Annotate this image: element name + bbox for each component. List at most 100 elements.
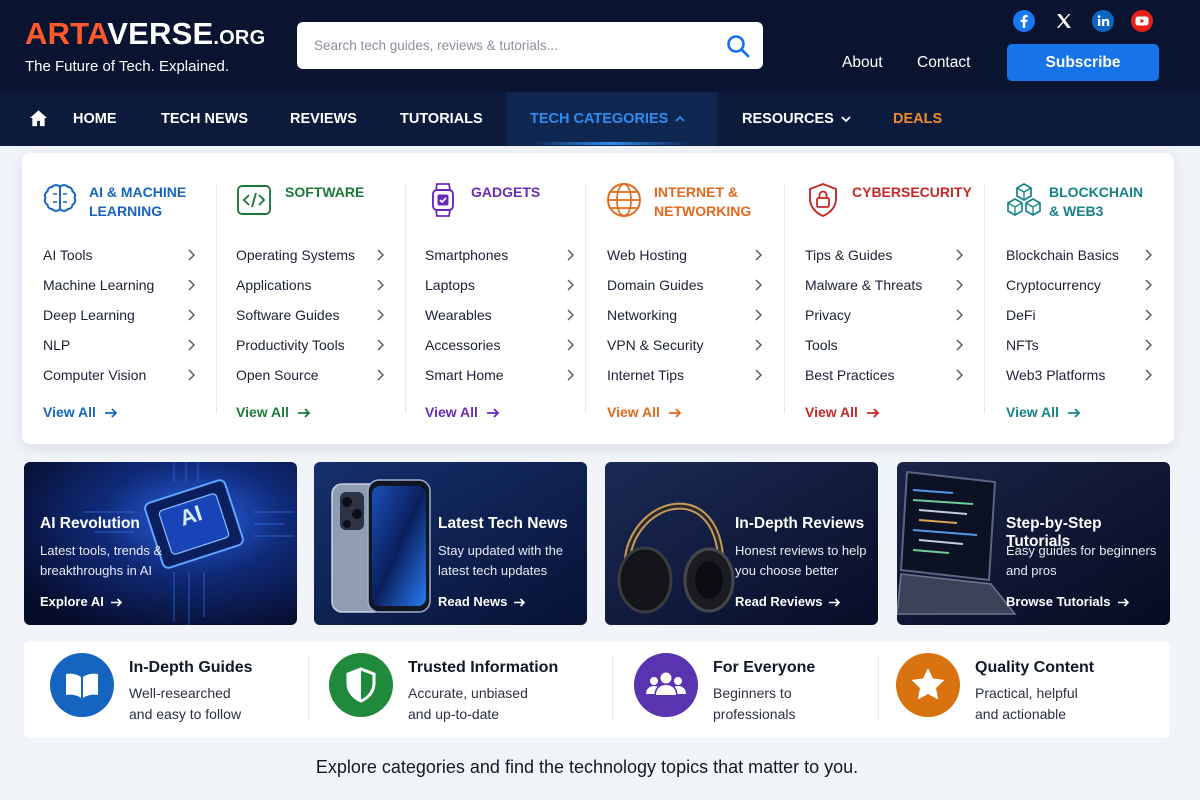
- view-all-ai-link[interactable]: View All: [43, 404, 118, 420]
- menu-item-best-practices[interactable]: Best Practices: [805, 367, 894, 383]
- feature-card-ai[interactable]: AI AI Revolution Latest tools, trends & …: [24, 462, 297, 625]
- category-blockchain-web3: BLOCKCHAIN & WEB3 Blockchain Basics Cryp…: [984, 153, 1174, 444]
- chevron-right-icon: [567, 339, 574, 351]
- menu-item-web-hosting[interactable]: Web Hosting: [607, 247, 687, 263]
- nav-tutorials[interactable]: TUTORIALS: [400, 92, 483, 146]
- chevron-right-icon: [377, 339, 384, 351]
- category-title[interactable]: BLOCKCHAIN & WEB3: [1049, 183, 1143, 221]
- nav-active-underline: [531, 142, 691, 145]
- about-link[interactable]: About: [842, 54, 883, 72]
- menu-item-web3-platforms[interactable]: Web3 Platforms: [1006, 367, 1105, 383]
- explore-ai-link[interactable]: Explore AI: [40, 594, 123, 609]
- menu-item-applications[interactable]: Applications: [236, 277, 312, 293]
- feature-card-reviews[interactable]: In-Depth Reviews Honest reviews to help …: [605, 462, 878, 625]
- open-book-icon: [66, 673, 98, 698]
- contact-link[interactable]: Contact: [917, 54, 970, 72]
- arrow-right-icon: [110, 598, 122, 607]
- menu-item-software-guides[interactable]: Software Guides: [236, 307, 340, 323]
- feature-card-tutorials[interactable]: Step-by-Step Tutorials Easy guides for b…: [897, 462, 1170, 625]
- menu-item-laptops[interactable]: Laptops: [425, 277, 475, 293]
- nav-deals[interactable]: DEALS: [893, 92, 942, 146]
- menu-item-blockchain-basics[interactable]: Blockchain Basics: [1006, 247, 1119, 263]
- nav-tech-news[interactable]: TECH NEWS: [161, 92, 248, 146]
- card-link-label: Read Reviews: [735, 594, 823, 609]
- code-window-icon: [237, 185, 271, 215]
- category-title[interactable]: CYBERSECURITY: [852, 183, 972, 202]
- search-bar: [297, 22, 763, 69]
- value-desc-line2: and actionable: [975, 706, 1067, 722]
- browse-tutorials-link[interactable]: Browse Tutorials: [1006, 594, 1130, 609]
- category-software: SOFTWARE Operating Systems Applications …: [216, 153, 405, 444]
- menu-item-deep-learning[interactable]: Deep Learning: [43, 307, 135, 323]
- category-title[interactable]: SOFTWARE: [285, 183, 364, 202]
- chevron-right-icon: [956, 279, 963, 291]
- category-title[interactable]: AI & MACHINE LEARNING: [89, 183, 186, 221]
- subscribe-button[interactable]: Subscribe: [1007, 44, 1159, 81]
- home-icon[interactable]: [29, 109, 48, 128]
- menu-item-ai-tools[interactable]: AI Tools: [43, 247, 93, 263]
- menu-item-tools[interactable]: Tools: [805, 337, 838, 353]
- chevron-right-icon: [755, 339, 762, 351]
- feature-card-news[interactable]: Latest Tech News Stay updated with the l…: [314, 462, 587, 625]
- read-reviews-link[interactable]: Read Reviews: [735, 594, 841, 609]
- chevron-right-icon: [188, 309, 195, 321]
- menu-item-cryptocurrency[interactable]: Cryptocurrency: [1006, 277, 1101, 293]
- menu-item-domain-guides[interactable]: Domain Guides: [607, 277, 704, 293]
- menu-item-accessories[interactable]: Accessories: [425, 337, 500, 353]
- linkedin-icon[interactable]: [1091, 9, 1115, 33]
- category-title-line2: LEARNING: [89, 203, 163, 219]
- value-divider: [612, 655, 613, 721]
- site-tagline: The Future of Tech. Explained.: [25, 58, 230, 75]
- menu-item-internet-tips[interactable]: Internet Tips: [607, 367, 684, 383]
- view-all-cybersecurity-link[interactable]: View All: [805, 404, 880, 420]
- logo-part-verse: VERSE: [107, 16, 214, 51]
- value-desc-line2: professionals: [713, 706, 796, 722]
- view-all-gadgets-link[interactable]: View All: [425, 404, 500, 420]
- menu-item-smartphones[interactable]: Smartphones: [425, 247, 508, 263]
- category-title[interactable]: GADGETS: [471, 183, 540, 202]
- chevron-right-icon: [1145, 279, 1152, 291]
- category-cybersecurity: CYBERSECURITY Tips & Guides Malware & Th…: [784, 153, 984, 444]
- facebook-icon[interactable]: [1012, 9, 1036, 33]
- nav-home[interactable]: HOME: [73, 92, 117, 146]
- youtube-icon[interactable]: [1130, 9, 1154, 33]
- x-icon[interactable]: [1052, 9, 1076, 33]
- chevron-right-icon: [567, 309, 574, 321]
- view-all-internet-link[interactable]: View All: [607, 404, 682, 420]
- smartwatch-icon: [432, 183, 454, 217]
- chevron-right-icon: [567, 249, 574, 261]
- menu-item-operating-systems[interactable]: Operating Systems: [236, 247, 355, 263]
- menu-item-computer-vision[interactable]: Computer Vision: [43, 367, 146, 383]
- chevron-right-icon: [377, 279, 384, 291]
- menu-item-machine-learning[interactable]: Machine Learning: [43, 277, 154, 293]
- view-all-software-link[interactable]: View All: [236, 404, 311, 420]
- value-description: Beginners to professionals: [713, 683, 863, 725]
- menu-item-privacy[interactable]: Privacy: [805, 307, 851, 323]
- nav-tech-categories[interactable]: TECH CATEGORIES: [530, 92, 685, 146]
- menu-item-smart-home[interactable]: Smart Home: [425, 367, 504, 383]
- menu-item-nfts[interactable]: NFTs: [1006, 337, 1039, 353]
- read-news-link[interactable]: Read News: [438, 594, 526, 609]
- menu-item-tips-guides[interactable]: Tips & Guides: [805, 247, 892, 263]
- menu-item-nlp[interactable]: NLP: [43, 337, 70, 353]
- menu-item-defi[interactable]: DeFi: [1006, 307, 1036, 323]
- nav-reviews[interactable]: REVIEWS: [290, 92, 357, 146]
- site-logo[interactable]: ARTAVERSE.ORG: [25, 18, 265, 49]
- value-desc-line1: Practical, helpful: [975, 685, 1078, 701]
- card-description: Stay updated with the latest tech update…: [438, 541, 563, 581]
- chevron-right-icon: [567, 369, 574, 381]
- chevron-right-icon: [188, 279, 195, 291]
- menu-item-vpn-security[interactable]: VPN & Security: [607, 337, 703, 353]
- nav-resources[interactable]: RESOURCES: [742, 92, 851, 146]
- category-title[interactable]: INTERNET & NETWORKING: [654, 183, 751, 221]
- view-all-blockchain-link[interactable]: View All: [1006, 404, 1081, 420]
- menu-item-open-source[interactable]: Open Source: [236, 367, 319, 383]
- menu-item-wearables[interactable]: Wearables: [425, 307, 492, 323]
- menu-item-productivity-tools[interactable]: Productivity Tools: [236, 337, 345, 353]
- value-icon-circle: [896, 653, 960, 717]
- menu-item-malware-threats[interactable]: Malware & Threats: [805, 277, 922, 293]
- search-icon[interactable]: [725, 33, 751, 59]
- card-desc-line1: Easy guides for beginners: [1006, 543, 1157, 558]
- menu-item-networking[interactable]: Networking: [607, 307, 677, 323]
- search-input[interactable]: [297, 22, 717, 69]
